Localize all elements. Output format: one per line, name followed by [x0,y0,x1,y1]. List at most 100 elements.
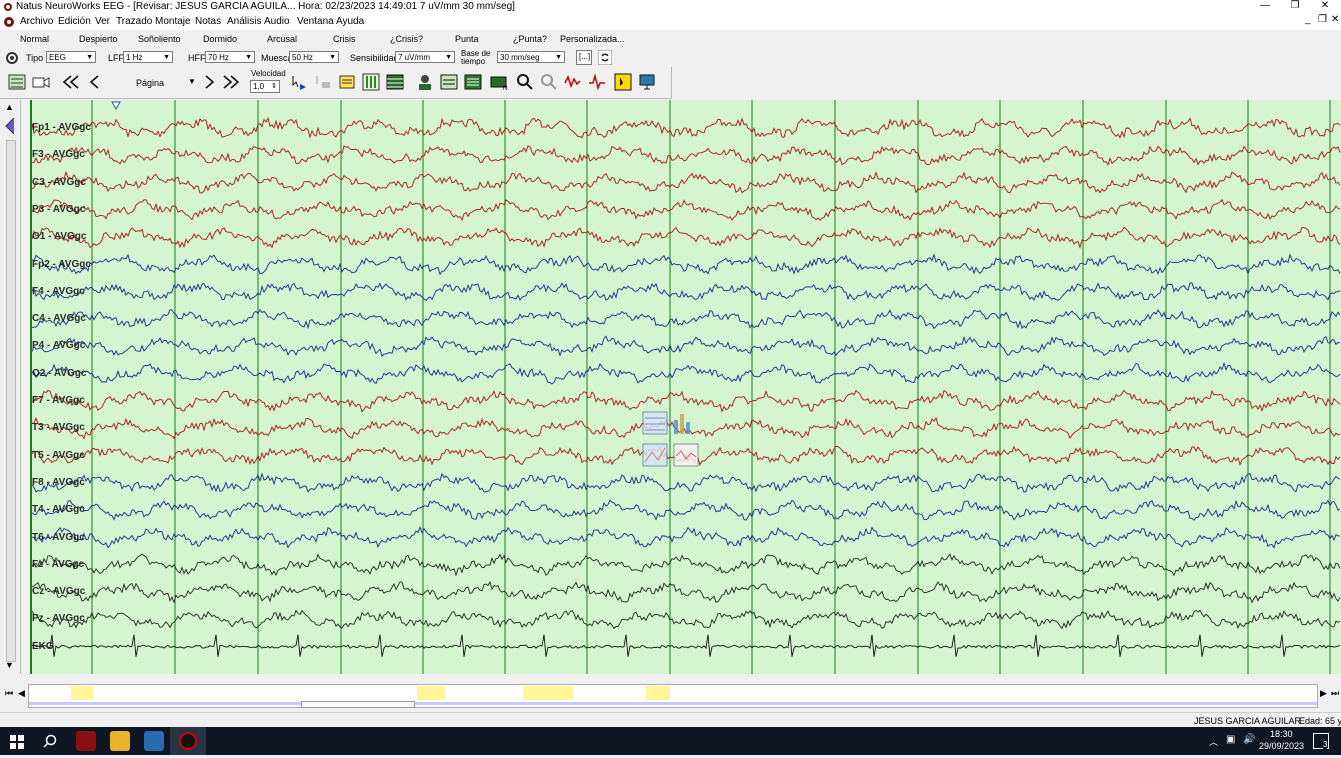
menu-analisis[interactable]: Análisis [227,16,261,27]
preset-sonoliento[interactable]: Soñoliento [138,34,181,44]
rewind-icon[interactable] [62,73,80,91]
timeline-next-icon[interactable]: ▶ [1320,688,1327,699]
pagina-dropdown-icon[interactable]: ▼ [188,77,196,86]
menu-audio[interactable]: Audio [264,16,290,27]
patient-icon[interactable] [416,73,434,91]
monitor-icon[interactable] [638,73,656,91]
channel-label-f7[interactable]: F7 - AVGgc [32,395,85,406]
channel-label-cz[interactable]: Cz - AVGgc [32,586,85,597]
menu-ventana[interactable]: Ventana [297,16,334,27]
channel-label-t6[interactable]: T6 - AVGgc [32,532,85,543]
previous-page-icon[interactable] [86,73,104,91]
table-icon[interactable] [386,73,404,91]
review-icon[interactable] [440,73,458,91]
timeline-marker[interactable] [523,686,573,700]
base-tiempo-select[interactable]: 30 mm/seg ▼ [497,51,565,63]
note-icon[interactable] [338,73,356,91]
menu-archivo[interactable]: Archivo [20,16,53,27]
maximize-button[interactable]: ❐ [1280,0,1310,14]
menu-trazado[interactable]: Trazado [116,16,152,27]
channel-label-c3[interactable]: C3 - AVGgc [32,177,86,188]
channel-label-f3[interactable]: F3 - AVGgc [32,149,85,160]
volume-icon[interactable]: 🔊 [1243,734,1255,745]
preset-personalizada[interactable]: Personalizada... [560,34,625,44]
cursor-play-icon[interactable] [290,73,308,91]
network-icon[interactable]: ▣ [1226,734,1235,745]
fast-forward-icon[interactable] [222,73,240,91]
channel-label-p4[interactable]: P4 - AVGgc [32,340,85,351]
bracket-button[interactable]: [...] [576,50,592,65]
tray-chevron-icon[interactable]: ︿ [1209,735,1218,748]
zoom-icon[interactable] [516,73,534,91]
file-explorer-icon[interactable] [110,731,130,751]
spike-icon[interactable] [588,73,606,91]
tipo-select[interactable]: EEG ▼ [46,51,96,63]
preset-crisis-q[interactable]: ¿Crisis? [390,34,423,44]
mdi-minimize[interactable]: _ [1305,14,1311,25]
active-app-tab[interactable] [170,727,206,755]
preset-dormido[interactable]: Dormido [203,34,237,44]
menu-ver[interactable]: Ver [95,16,110,27]
timeline-marker[interactable] [417,686,445,700]
channel-label-o2[interactable]: O2 - AVGgc [32,368,86,379]
next-page-icon[interactable] [200,73,218,91]
menu-ayuda[interactable]: Ayuda [336,16,364,27]
timeline-marker[interactable] [71,686,93,700]
channel-label-t5[interactable]: T5 - AVGgc [32,450,85,461]
menu-edicion[interactable]: Edición [58,16,91,27]
search-taskbar-icon[interactable] [43,734,57,748]
timeline-end-icon[interactable]: ⏭ [1331,688,1339,699]
preset-arcusal[interactable]: Arcusal [267,34,297,44]
sensibilidad-select[interactable]: 7 uV/mm ▼ [395,51,455,63]
eeg-app-taskbar-icon[interactable] [76,731,96,751]
analysis-overlay-icon[interactable] [642,410,702,470]
channel-label-f8[interactable]: F8 - AVGgc [32,477,85,488]
timeline-start-icon[interactable]: ⏮ [5,688,13,699]
video-camera-icon[interactable] [32,73,50,91]
menu-notas[interactable]: Notas [195,16,221,27]
preset-punta-q[interactable]: ¿Punta? [513,34,547,44]
muesca-select[interactable]: 50 Hz ▼ [289,51,339,63]
channel-label-fp2[interactable]: Fp2 - AVGgc [32,259,91,270]
preset-punta[interactable]: Punta [455,34,479,44]
clock-date[interactable]: 29/09/2023 [1259,741,1304,751]
scroll-up-icon[interactable]: ▲ [5,102,14,112]
back-arrow-icon[interactable] [2,116,18,136]
lff-select[interactable]: 1 Hz ▼ [123,51,173,63]
channel-label-f4[interactable]: F4 - AVGgc [32,286,85,297]
montage-icon[interactable] [8,73,26,91]
close-button[interactable]: ✕ [1310,0,1340,14]
timeline-viewport[interactable] [301,701,415,708]
velocidad-spinner[interactable]: 1,0 ⇕ [250,80,280,93]
channel-label-t4[interactable]: T4 - AVGgc [32,504,85,515]
channel-label-t3[interactable]: T3 - AVGgc [32,422,85,433]
preset-crisis[interactable]: Crisis [333,34,356,44]
preset-normal[interactable]: Normal [20,34,49,44]
mdi-close[interactable]: ✕ [1331,14,1339,25]
hff-select[interactable]: 70 Hz ▼ [205,51,255,63]
preset-despierto[interactable]: Despierto [79,34,118,44]
event-icon[interactable] [362,73,380,91]
minimize-button[interactable]: — [1250,0,1280,14]
channel-label-p3[interactable]: P3 - AVGgc [32,204,85,215]
menu-montaje[interactable]: Montaje [155,16,191,27]
mdi-restore[interactable]: ❐ [1318,14,1327,25]
time-cursor-marker[interactable] [111,101,121,111]
marker-icon[interactable] [314,73,332,91]
document-taskbar-icon[interactable] [144,731,164,751]
pointer-icon[interactable] [614,73,632,91]
channel-label-ekg[interactable]: EKG [32,641,54,652]
search-icon[interactable] [540,73,558,91]
timeline-prev-icon[interactable]: ◀ [18,688,25,699]
report-icon[interactable] [464,73,482,91]
waveform-icon[interactable] [564,73,582,91]
settings-gear-icon[interactable] [5,51,19,65]
channel-label-c4[interactable]: C4 - AVGgc [32,313,86,324]
refresh-icon[interactable] [598,50,612,65]
clock-time[interactable]: 18:30 [1270,729,1293,739]
timeline-track[interactable] [28,684,1318,708]
channel-label-o1[interactable]: O1 - AVGgc [32,231,86,242]
channel-label-pz[interactable]: Pz - AVGgc [32,613,85,624]
timeline-marker[interactable] [646,686,670,700]
channel-label-fz[interactable]: Fz - AVGgc [32,559,84,570]
